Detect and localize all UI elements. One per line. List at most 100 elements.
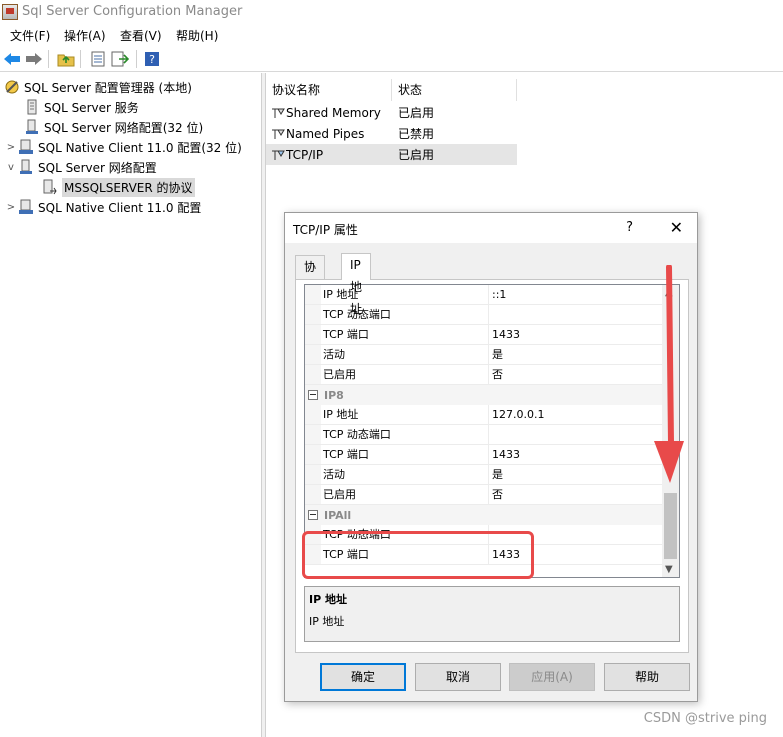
help-question-icon[interactable]: ? — [626, 220, 633, 235]
tcpip-properties-dialog: TCP/IP 属性 ? ✕ 协议 IP 地址 IP 地址::1 TCP 动态端口… — [284, 212, 698, 702]
property-value[interactable] — [489, 425, 662, 444]
grid-category-ipall[interactable]: IPAll — [305, 505, 662, 525]
tree-item-network-config-32[interactable]: SQL Server 网络配置(32 位) — [10, 117, 203, 137]
native-client-icon — [18, 139, 34, 155]
property-value[interactable]: 否 — [489, 485, 662, 504]
grid-row[interactable]: TCP 动态端口 — [305, 425, 662, 445]
export-icon[interactable] — [110, 49, 130, 69]
column-header-protocol-name[interactable]: 协议名称 — [266, 79, 392, 101]
property-name: TCP 动态端口 — [321, 305, 489, 324]
toolbar-separator — [136, 50, 137, 68]
menu-action[interactable]: 操作(A) — [64, 27, 106, 44]
scrollbar-thumb[interactable] — [664, 493, 677, 559]
property-value[interactable]: 127.0.0.1 — [489, 405, 662, 424]
protocol-status: 已禁用 — [398, 127, 435, 141]
property-name: IP 地址 — [321, 405, 489, 424]
property-name: 活动 — [321, 465, 489, 484]
help-button[interactable]: 帮助 — [604, 663, 690, 691]
protocol-row-named-pipes[interactable]: Named Pipes 已禁用 — [266, 123, 517, 144]
protocol-row-shared-memory[interactable]: Shared Memory 已启用 — [266, 102, 517, 123]
property-value[interactable]: 是 — [489, 345, 662, 364]
tree-item-native-client-32[interactable]: > SQL Native Client 11.0 配置(32 位) — [4, 137, 242, 157]
list-header: 协议名称 状态 — [266, 79, 517, 101]
property-name: IP 地址 — [321, 285, 489, 304]
forward-icon[interactable] — [24, 49, 44, 69]
protocol-name: Shared Memory — [286, 105, 381, 120]
config-manager-icon — [4, 79, 20, 95]
grid-row[interactable]: TCP 端口 1433 — [305, 325, 662, 345]
property-value[interactable] — [489, 305, 662, 324]
property-name: TCP 动态端口 — [321, 425, 489, 444]
collapse-toggle-icon[interactable] — [308, 390, 318, 400]
scroll-down-icon[interactable]: ▼ — [665, 564, 673, 575]
ip-address-panel: IP 地址::1 TCP 动态端口 TCP 端口 1433 活动是 已启用否 IP… — [295, 279, 689, 653]
property-value[interactable]: 是 — [489, 465, 662, 484]
grid-category-ip8[interactable]: IP8 — [305, 385, 662, 405]
protocols-icon — [42, 179, 58, 195]
column-header-status[interactable]: 状态 — [392, 79, 517, 101]
expand-chevron-icon[interactable]: > — [4, 202, 18, 213]
tree-item-label: SQL Server 服务 — [44, 100, 139, 115]
toolbar-separator — [80, 50, 81, 68]
network-config-icon — [18, 159, 34, 175]
cancel-button[interactable]: 取消 — [415, 663, 501, 691]
protocol-icon — [272, 108, 285, 118]
grid-row[interactable]: 活动是 — [305, 345, 662, 365]
grid-row[interactable]: 已启用否 — [305, 485, 662, 505]
ok-button[interactable]: 确定 — [320, 663, 406, 691]
toolbar: ? — [0, 46, 783, 72]
menu-bar: 文件(F) 操作(A) 查看(V) 帮助(H) — [0, 24, 783, 46]
back-icon[interactable] — [2, 49, 22, 69]
protocol-name: TCP/IP — [286, 147, 324, 162]
property-value[interactable]: 1433 — [489, 445, 662, 464]
help-icon[interactable]: ? — [142, 49, 162, 69]
highlight-box — [302, 531, 534, 579]
network-config-icon — [24, 119, 40, 135]
grid-row[interactable]: IP 地址 127.0.0.1 — [305, 405, 662, 425]
property-name: TCP 端口 — [321, 445, 489, 464]
tab-protocol[interactable]: 协议 — [295, 255, 326, 296]
tree-item-sql-server-services[interactable]: SQL Server 服务 — [10, 97, 139, 117]
tree-item-native-client[interactable]: > SQL Native Client 11.0 配置 — [4, 197, 201, 217]
grid-row[interactable]: 已启用否 — [305, 365, 662, 385]
collapse-toggle-icon[interactable] — [308, 510, 318, 520]
tree-item-label: SQL Server 网络配置 — [38, 160, 157, 175]
tree-item-mssqlserver-protocols[interactable]: MSSQLSERVER 的协议 — [28, 177, 195, 197]
window-title: Sql Server Configuration Manager — [22, 4, 243, 19]
menu-help[interactable]: 帮助(H) — [176, 27, 218, 44]
menu-file[interactable]: 文件(F) — [10, 27, 50, 44]
category-label: IP8 — [324, 388, 344, 402]
property-name: 活动 — [321, 345, 489, 364]
service-icon — [24, 99, 40, 115]
collapse-chevron-icon[interactable]: v — [4, 162, 18, 173]
close-icon[interactable]: ✕ — [670, 218, 683, 237]
property-value[interactable]: ::1 — [489, 285, 662, 304]
property-value[interactable]: 1433 — [489, 325, 662, 344]
app-icon — [2, 4, 18, 20]
tree-item-label: SQL Server 网络配置(32 位) — [44, 120, 204, 135]
tree-item-network-config[interactable]: v SQL Server 网络配置 — [4, 157, 157, 177]
title-bar: Sql Server Configuration Manager — [0, 0, 783, 24]
apply-button[interactable]: 应用(A) — [509, 663, 595, 691]
protocol-status: 已启用 — [398, 148, 435, 162]
protocol-row-tcp-ip[interactable]: TCP/IP 已启用 — [266, 144, 517, 165]
protocol-name: Named Pipes — [286, 126, 365, 141]
svg-text:?: ? — [149, 53, 155, 66]
description-text: IP 地址 — [309, 615, 345, 628]
tree-root[interactable]: SQL Server 配置管理器 (本地) — [4, 77, 192, 97]
property-name: 已启用 — [321, 485, 489, 504]
grid-row[interactable]: 活动是 — [305, 465, 662, 485]
tree-root-label: SQL Server 配置管理器 (本地) — [24, 80, 192, 95]
property-description: IP 地址 IP 地址 — [304, 586, 680, 642]
property-name: TCP 端口 — [321, 325, 489, 344]
expand-chevron-icon[interactable]: > — [4, 142, 18, 153]
native-client-icon — [18, 199, 34, 215]
toolbar-separator — [48, 50, 49, 68]
property-value[interactable]: 否 — [489, 365, 662, 384]
dialog-title-bar: TCP/IP 属性 ? ✕ — [285, 213, 697, 243]
properties-icon[interactable] — [88, 49, 108, 69]
tab-ip-address[interactable]: IP 地址 — [341, 253, 371, 316]
grid-row[interactable]: TCP 端口 1433 — [305, 445, 662, 465]
menu-view[interactable]: 查看(V) — [120, 27, 162, 44]
up-folder-icon[interactable] — [56, 49, 76, 69]
